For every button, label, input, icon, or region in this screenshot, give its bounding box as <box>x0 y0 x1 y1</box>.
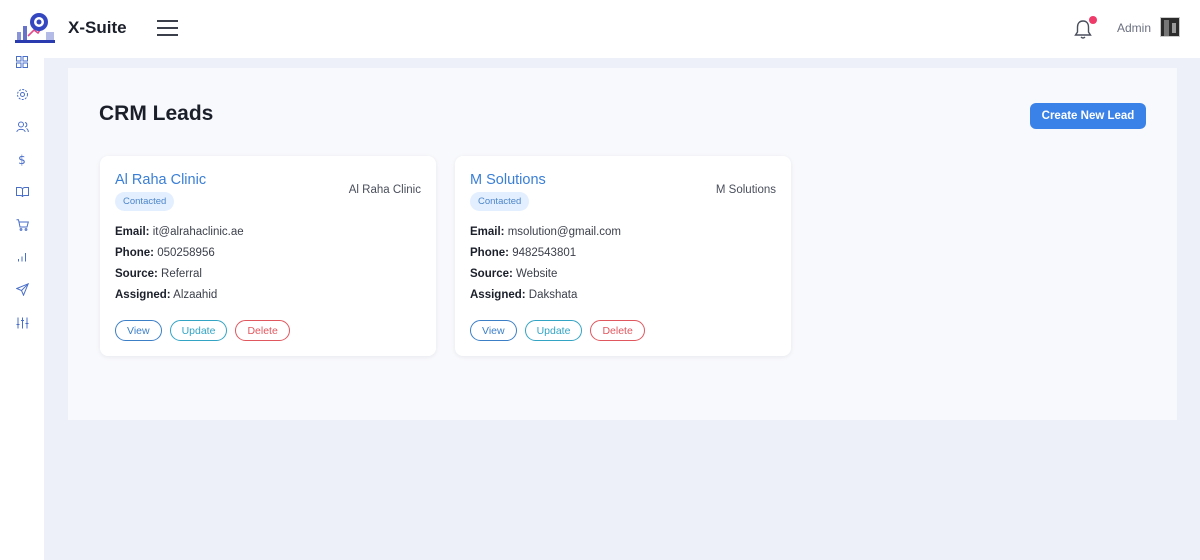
page-title: CRM Leads <box>99 102 214 125</box>
lead-source: Source: Referral <box>115 268 202 280</box>
lead-actions: View Update Delete <box>470 320 645 341</box>
brand-name: X-Suite <box>68 18 127 37</box>
lead-name[interactable]: Al Raha Clinic <box>115 172 206 188</box>
dollar-icon[interactable]: $ <box>15 152 29 166</box>
top-bar: X-Suite Admin <box>0 0 1200 58</box>
lead-email: Email: it@alrahaclinic.ae <box>115 226 244 238</box>
lead-company: M Solutions <box>715 184 776 196</box>
update-button[interactable]: Update <box>524 320 583 341</box>
logo-icon[interactable] <box>14 10 56 46</box>
sidebar: $ <box>0 44 44 560</box>
view-button[interactable]: View <box>470 320 517 341</box>
lead-card: Al Raha Clinic Al Raha Clinic Contacted … <box>100 156 436 356</box>
lead-email: Email: msolution@gmail.com <box>470 226 622 238</box>
grid-icon[interactable] <box>15 55 29 69</box>
notification-dot <box>1089 16 1097 24</box>
status-badge: Contacted <box>115 192 175 211</box>
sliders-icon[interactable] <box>15 316 29 330</box>
svg-text:$: $ <box>18 153 26 166</box>
delete-button[interactable]: Delete <box>590 320 645 341</box>
lead-company: Al Raha Clinic <box>348 184 421 196</box>
send-icon[interactable] <box>15 282 29 296</box>
lead-phone: Phone: 9482543801 <box>470 247 577 259</box>
lead-phone: Phone: 050258956 <box>115 247 215 259</box>
cart-icon[interactable] <box>15 218 29 232</box>
update-button[interactable]: Update <box>169 320 228 341</box>
lead-actions: View Update Delete <box>115 320 290 341</box>
lead-card: M Solutions M Solutions Contacted Email:… <box>455 156 791 356</box>
lead-assigned: Assigned: Dakshata <box>470 289 578 301</box>
menu-toggle-button[interactable] <box>157 20 178 36</box>
gear-icon[interactable] <box>15 87 29 101</box>
user-name[interactable]: Admin <box>1117 21 1151 35</box>
lead-assigned: Assigned: Alzaahid <box>115 289 218 301</box>
create-new-lead-button[interactable]: Create New Lead <box>1030 103 1146 129</box>
lead-source: Source: Website <box>470 268 558 280</box>
delete-button[interactable]: Delete <box>235 320 290 341</box>
status-badge: Contacted <box>470 192 530 211</box>
users-icon[interactable] <box>15 120 29 134</box>
bar-chart-icon[interactable] <box>15 250 29 264</box>
lead-name[interactable]: M Solutions <box>470 172 546 188</box>
avatar[interactable] <box>1160 17 1180 37</box>
view-button[interactable]: View <box>115 320 162 341</box>
main-content: CRM Leads Create New Lead Al Raha Clinic… <box>68 68 1177 420</box>
book-icon[interactable] <box>15 185 29 199</box>
